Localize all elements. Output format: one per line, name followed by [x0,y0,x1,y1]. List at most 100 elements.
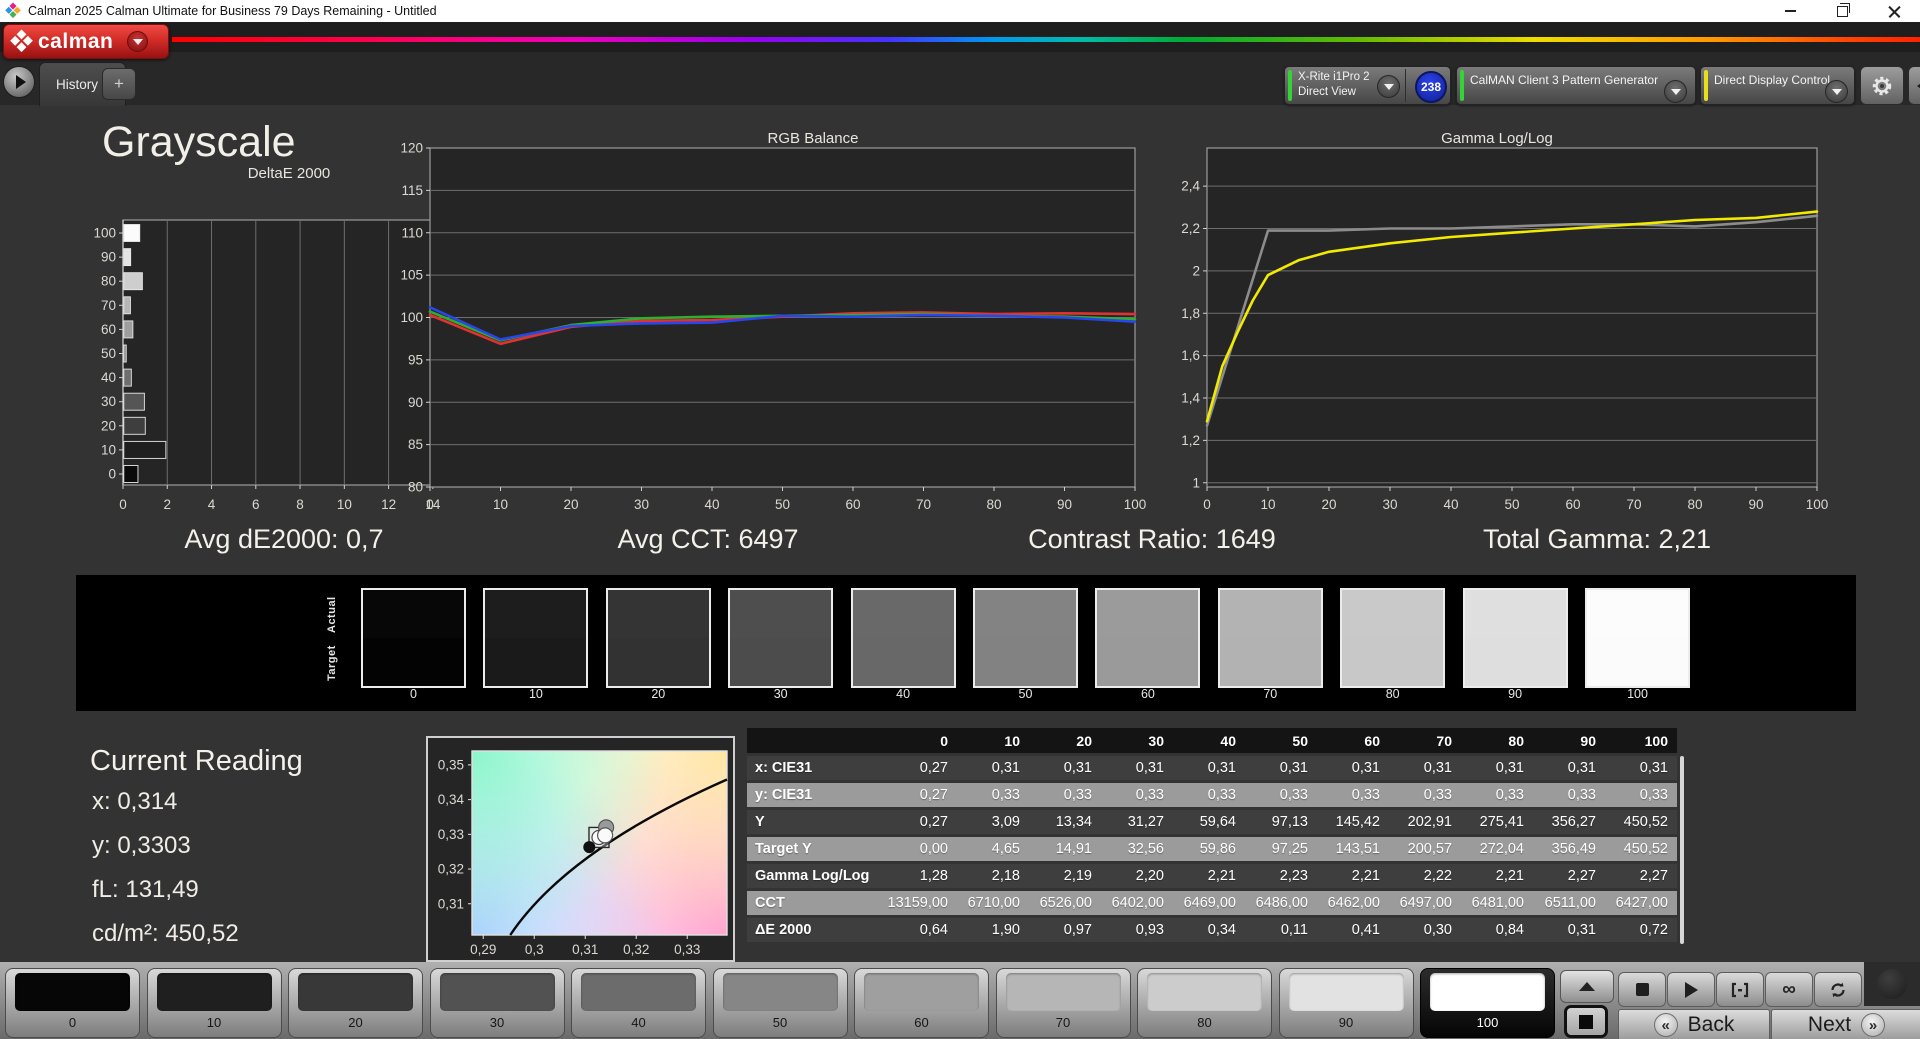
table-row-label: Y [755,814,765,830]
stat-avg-cct: Avg CCT: 6497 [617,524,799,554]
pattern-tile-swatch [864,973,979,1011]
table-cell: 0,31 [1639,760,1668,776]
svg-text:115: 115 [401,183,423,198]
table-row-label: ΔE 2000 [755,922,812,938]
pattern-dropdown[interactable] [1664,80,1687,103]
pattern-tile-label: 30 [489,1015,505,1030]
pattern-tile-label: 10 [206,1015,222,1030]
table-cell: 2,20 [1135,868,1164,884]
next-button[interactable]: Next » [1771,1009,1920,1039]
deltae-bar-30 [123,392,145,411]
table-cell: 31,27 [1127,814,1164,830]
svg-text:0: 0 [108,467,116,482]
divider [1405,69,1406,102]
table-cell: 2,21 [1207,868,1236,884]
grayscale-swatch-50 [973,588,1078,688]
grayscale-swatch-10 [483,588,589,688]
add-tab-button[interactable]: + [102,68,136,100]
collapse-panel-button[interactable] [1908,66,1920,105]
back-button[interactable]: « Back [1618,1009,1770,1039]
pattern-window-up-button[interactable] [1560,970,1614,1003]
table-cell: 145,42 [1335,814,1380,830]
pattern-tile-0[interactable]: 0 [5,968,140,1038]
close-button[interactable] [1868,0,1920,22]
swatch-level-label: 80 [1385,687,1400,701]
deltae-bar-90 [123,248,132,267]
meter-select-button[interactable]: X-Rite i1Pro 2 Direct View 238 [1284,66,1451,105]
deltae-bar-80 [123,272,143,291]
pattern-tile-swatch [722,973,838,1011]
reference-dot [583,841,596,854]
pattern-tile-100[interactable]: 100 [1420,968,1555,1038]
single-measure-button[interactable] [1716,972,1764,1007]
table-cell: 0,72 [1639,922,1668,938]
swatch-target [730,638,832,686]
table-cell: 32,56 [1127,841,1164,857]
svg-text:50: 50 [1504,497,1519,512]
continuous-measure-button[interactable]: ∞ [1765,972,1813,1007]
table-cell: 2,21 [1351,868,1380,884]
pattern-tile-label: 50 [772,1015,788,1030]
swatch-level-label: 0 [410,687,417,701]
pattern-generator-label: CalMAN Client 3 Pattern Generator [1470,73,1659,87]
target-axis-label: Target [326,645,338,681]
svg-text:100: 100 [1806,497,1829,512]
table-scrollbar[interactable] [1680,756,1684,944]
meter-dropdown[interactable] [1377,75,1400,98]
calman-menu-button[interactable]: calman [3,24,169,59]
display-dropdown[interactable] [1825,80,1848,103]
session-panel-toggle-button[interactable] [3,66,35,98]
table-col-header: 70 [1436,732,1452,749]
grayscale-swatch-30 [728,588,834,688]
svg-text:30: 30 [101,394,116,409]
settings-button[interactable] [1860,66,1904,105]
play-button[interactable] [1667,972,1715,1007]
pattern-window-size-button[interactable] [1564,1005,1608,1038]
back-label: Back [1687,1013,1735,1036]
refresh-button[interactable] [1814,972,1862,1007]
table-cell: 59,86 [1199,841,1236,857]
pattern-tile-20[interactable]: 20 [288,968,423,1038]
svg-text:20: 20 [563,497,578,512]
chevron-down-icon [1383,83,1394,90]
display-control-button[interactable]: Direct Display Control [1700,66,1855,105]
svg-text:80: 80 [101,274,116,289]
swatch-level-label: 60 [1140,687,1155,701]
pattern-tile-30[interactable]: 30 [429,968,565,1038]
deltae-bar-0 [123,465,139,483]
table-cell: 4,65 [991,841,1020,857]
table-cell: 0,31 [1351,760,1380,776]
pattern-tile-60[interactable]: 60 [854,968,989,1038]
pattern-tile-10[interactable]: 10 [146,968,282,1038]
pattern-tile-70[interactable]: 70 [995,968,1131,1038]
restore-button[interactable] [1816,0,1868,22]
pattern-tile-80[interactable]: 80 [1137,968,1272,1038]
table-cell: 0,31 [1063,760,1092,776]
table-cell: 14,91 [1055,841,1092,857]
table-cell: 0,41 [1351,922,1380,938]
meter-count-badge[interactable]: 238 [1415,71,1447,103]
cie-overlay: 0,35 0,34 0,33 0,32 0,31 0,29 0,3 0,31 0,32 0,33 [438,750,728,957]
swatch-target [607,638,709,686]
pattern-tile-90[interactable]: 90 [1278,968,1414,1038]
pattern-tile-swatch [1288,973,1404,1011]
minimize-button[interactable] [1764,0,1816,22]
stop-button[interactable] [1618,972,1666,1007]
table-cell: 275,41 [1479,814,1524,830]
table-cell: 2,23 [1279,868,1308,884]
table-row: Y 0,27 3,09 13,34 31,27 59,64 97,13 145,42 202,9… [747,810,1677,834]
grayscale-swatch-0 [361,588,466,688]
svg-text:70: 70 [916,497,931,512]
grayscale-swatch-100 [1585,588,1690,688]
reading-marker [597,827,614,844]
table-cell: 6486,00 [1255,895,1308,911]
pattern-generator-button[interactable]: CalMAN Client 3 Pattern Generator [1456,66,1696,105]
gamma-loglog-chart: Gamma Log/Log 2,4 2,2 2 1,8 1,6 1,4 1,2 10 10 20 30… [1181,130,1829,512]
pattern-tile-label: 90 [1338,1015,1354,1030]
table-cell: 0,33 [1423,787,1452,803]
table-col-header: 60 [1364,732,1380,749]
table-cell: 0,31 [1279,760,1308,776]
pattern-tile-50[interactable]: 50 [712,968,848,1038]
arrow-up-icon [1579,982,1595,991]
pattern-tile-40[interactable]: 40 [571,968,706,1038]
